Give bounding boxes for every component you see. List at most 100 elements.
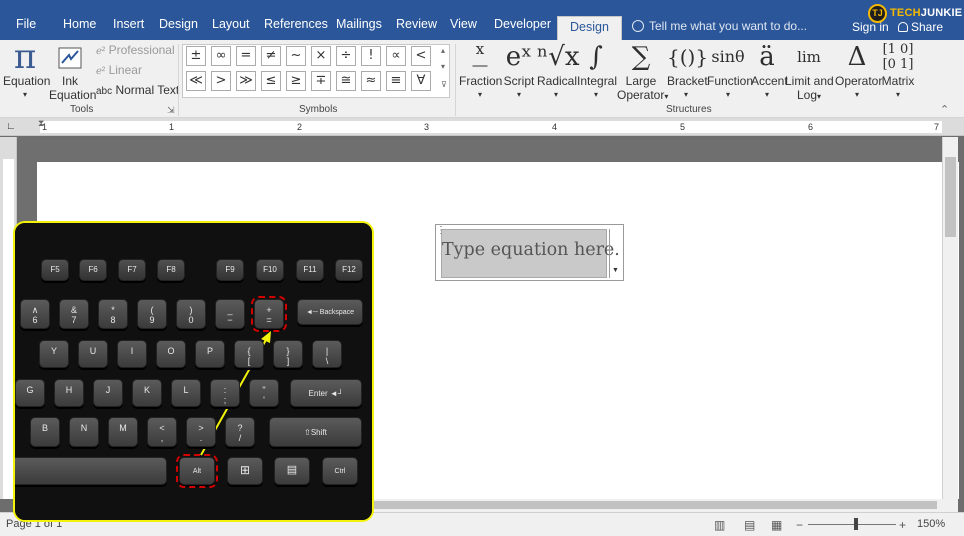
ruler-number: 4 [552,122,558,132]
symbol-button[interactable]: ! [361,46,381,66]
function-button[interactable]: sinθ Function ▾ [707,40,753,102]
symbols-group-label: Symbols [299,104,338,115]
large-operator-button[interactable]: ∑ Large Operator▾ [617,40,668,104]
tools-group-label: Tools [70,104,94,115]
zoom-level[interactable]: 150% [917,518,945,530]
word-window: File Home Insert Design Layout Reference… [0,0,964,536]
tab-insert[interactable]: Insert [113,17,144,31]
key-letter: >. [186,417,216,447]
vertical-scrollbar[interactable] [942,137,958,499]
limit-and-log-button[interactable]: lim Limit and Log▾ [785,40,834,104]
symbol-button[interactable]: ≫ [236,71,256,91]
key-number: ) 0 [176,299,206,329]
key-letter: | \ [312,340,342,368]
equation-button[interactable]: π Equation ▾ [3,40,50,102]
symbol-button[interactable]: ± [186,46,206,66]
normal-text-button[interactable]: abc Normal Text [96,83,179,97]
equation-options-dropdown-icon[interactable]: ▼ [609,229,621,278]
zoom-in-button[interactable]: + [899,518,906,532]
operator-button[interactable]: Δ Operator ▾ [835,40,882,102]
bracket-button[interactable]: {()} Bracket ▾ [667,40,708,102]
print-layout-icon[interactable]: ▤ [744,518,755,532]
symbol-button[interactable]: ∓ [311,71,331,91]
vertical-scroll-thumb[interactable] [945,157,956,237]
tab-selector-icon[interactable]: ∟ [6,121,16,132]
ribbon: π Equation ▾ Ink Equation ℯ² Professional … [0,40,964,118]
linear-button[interactable]: ℯ² Linear [96,63,142,77]
key-letter: H [54,379,84,407]
matrix-button[interactable]: [1 0] [0 1] Matrix ▾ [881,40,915,102]
symbol-button[interactable]: ≤ [261,71,281,91]
symbol-button[interactable]: ≅ [336,71,356,91]
integral-icon: ∫ [589,42,603,72]
zoom-out-button[interactable]: − [796,518,803,532]
symbols-scroll-down-icon[interactable]: ▾ [441,62,445,71]
share-person-icon [898,22,908,32]
symbol-button[interactable]: × [311,46,331,66]
tab-mailings[interactable]: Mailings [336,17,382,31]
symbol-button[interactable]: ÷ [336,46,356,66]
symbol-button[interactable]: ∞ [211,46,231,66]
key-letter: B [30,417,60,447]
tools-dialog-launcher-icon[interactable]: ⇲ [167,105,175,116]
zoom-slider-knob[interactable] [854,518,858,530]
key-number: & 7 [59,299,89,329]
key-f7: F7 [118,259,146,281]
professional-button[interactable]: ℯ² Professional [96,43,175,57]
tell-me-search[interactable]: Tell me what you want to do... [632,19,807,33]
key-number: * 8 [98,299,128,329]
symbol-button[interactable]: ≥ [286,71,306,91]
symbol-button[interactable]: ∀ [411,71,431,91]
share-button[interactable]: Share [898,20,943,34]
sign-in-link[interactable]: Sign in [852,20,889,34]
equation-placeholder[interactable]: Type equation here. [441,229,620,278]
tab-file[interactable]: File [16,17,36,31]
key-f9: F9 [216,259,244,281]
tab-references[interactable]: References [264,17,328,31]
script-button[interactable]: eˣ Script ▾ [503,40,535,102]
symbol-button[interactable]: = [236,46,256,66]
key-f11: F11 [296,259,324,281]
tab-review[interactable]: Review [396,17,437,31]
techjunkie-logo-text: TECHJUNKIE [890,7,963,19]
symbol-button[interactable]: ∝ [386,46,406,66]
symbol-button[interactable]: ~ [286,46,306,66]
tab-design[interactable]: Design [159,17,198,31]
symbol-button[interactable]: ≡ [386,71,406,91]
collapse-ribbon-icon[interactable]: ⌃ [940,103,949,116]
ruler-number: 7 [934,122,940,132]
ink-equation-button[interactable]: Ink Equation [49,40,96,102]
key-letter: Y [39,340,69,368]
key-letter: <, [147,417,177,447]
radical-button[interactable]: ⁿ√x Radical ▾ [537,40,580,102]
symbol-button[interactable]: ≠ [261,46,281,66]
key-letter: L [171,379,201,407]
key-number: _ − [215,299,245,329]
symbol-button[interactable]: < [411,46,431,66]
symbol-button[interactable]: > [211,71,231,91]
key-letter: O [156,340,186,368]
zoom-slider[interactable] [808,524,896,525]
symbols-more-icon[interactable]: ⊽ [441,80,447,89]
tab-view[interactable]: View [450,17,477,31]
symbol-button[interactable]: ≪ [186,71,206,91]
tab-developer[interactable]: Developer [494,17,551,31]
key-f8: F8 [157,259,185,281]
group-separator [178,44,179,116]
key-letter: K [132,379,162,407]
read-mode-icon[interactable]: ▥ [714,518,725,532]
radical-icon: ⁿ√x [537,42,580,72]
accent-button[interactable]: ä Accent ▾ [751,40,788,102]
tab-layout[interactable]: Layout [212,17,250,31]
integral-button[interactable]: ∫ Integral ▾ [577,40,617,102]
tab-home[interactable]: Home [63,17,96,31]
fraction-button[interactable]: x ― Fraction ▾ [459,40,502,102]
equation-container[interactable]: ⋮ Type equation here. ▼ [435,224,624,281]
structures-group-label: Structures [666,104,712,115]
key-letter: G [15,379,45,407]
symbols-scroll-up-icon[interactable]: ▴ [441,46,445,55]
tab-equation-design[interactable]: Design [557,16,622,40]
symbol-button[interactable]: ≈ [361,71,381,91]
ruler-number: 5 [680,122,686,132]
web-layout-icon[interactable]: ▦ [771,518,782,532]
